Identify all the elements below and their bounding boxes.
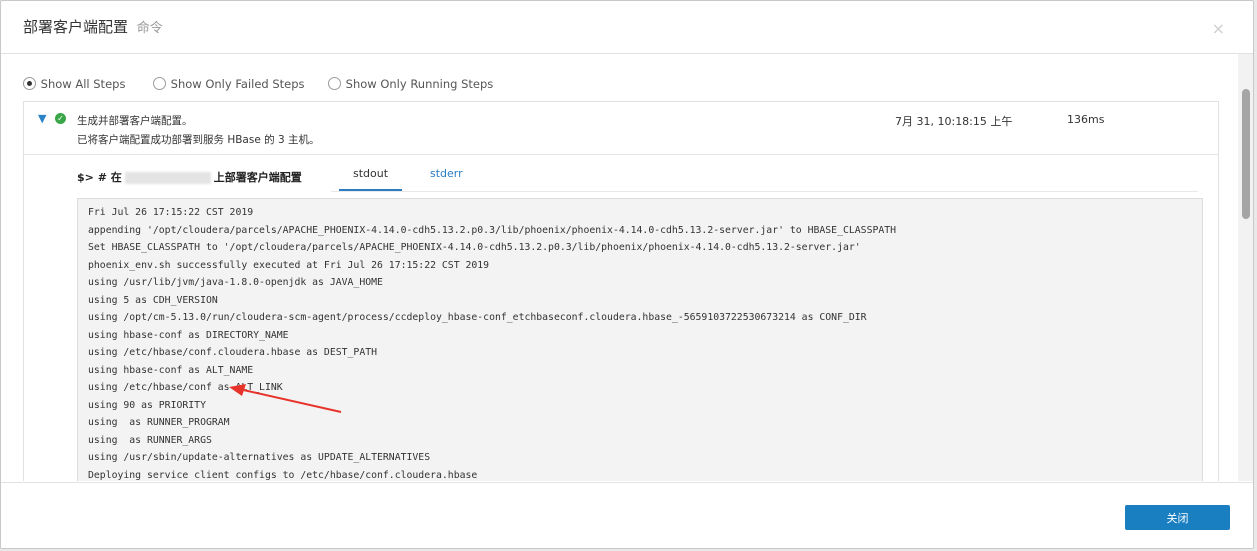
console-line: using /opt/cm-5.13.0/run/cloudera-scm-ag… — [88, 312, 867, 323]
console-line: phoenix_env.sh successfully executed at … — [88, 259, 490, 271]
console-line: Deploying service client configs to /etc… — [88, 469, 478, 481]
console-line: using /etc/hbase/conf.cloudera.hbase as … — [88, 347, 378, 358]
scrollbar-thumb[interactable] — [1242, 89, 1250, 219]
step-timestamp: 7月 31, 10:18:15 上午 — [895, 115, 1013, 128]
filter-label: Show All Steps — [40, 76, 126, 91]
radio-unchecked-icon[interactable] — [328, 77, 341, 90]
console-line: using hbase-conf as ALT_NAME — [88, 364, 254, 376]
chevron-down-icon: ▼ — [23, 54, 31, 55]
step-panel: ▼ ✓ 生成并部署客户端配置。 已将客户端配置成功部署到服务 HBase 的 3… — [23, 101, 1219, 481]
step-title: 生成并部署客户端配置。 — [77, 115, 193, 127]
dialog-title-text: 部署客户端配置 — [23, 18, 129, 36]
console-line: using as RUNNER_ARGS — [88, 434, 212, 446]
filter-failed-steps[interactable]: Show Only Failed Steps — [153, 76, 305, 91]
console-line: using 90 as PRIORITY — [88, 399, 206, 411]
dialog-footer: 关闭 — [1, 482, 1253, 548]
command-dialog: 部署客户端配置 命令 × ▼ Show All Steps Show Only … — [0, 0, 1254, 549]
tab-stderr[interactable]: stderr — [416, 164, 477, 189]
console-line: Fri Jul 26 17:15:22 CST 2019 — [88, 207, 254, 218]
console-line: using 5 as CDH_VERSION — [88, 294, 218, 306]
dialog-header: 部署客户端配置 命令 × — [1, 1, 1253, 54]
filter-all-steps[interactable]: Show All Steps — [23, 76, 125, 91]
console-line: using /etc/hbase/conf as ALT_LINK — [88, 382, 283, 393]
command-line: $> # 在 上部署客户端配置 — [77, 169, 302, 185]
console-line: Set HBASE_CLASSPATH to '/opt/cloudera/pa… — [88, 242, 861, 253]
command-prefix: $> # 在 — [77, 171, 122, 184]
filter-label: Show Only Failed Steps — [170, 76, 305, 91]
step-duration: 136ms — [1067, 113, 1105, 126]
command-suffix: 上部署客户端配置 — [213, 171, 302, 184]
close-icon[interactable]: × — [1212, 19, 1225, 38]
step-description: 已将客户端配置成功部署到服务 HBase 的 3 主机。 — [77, 134, 320, 146]
radio-unchecked-icon[interactable] — [153, 77, 166, 90]
console-line: using as RUNNER_PROGRAM — [88, 417, 230, 428]
check-circle-icon: ✓ — [55, 113, 66, 124]
filter-label: Show Only Running Steps — [345, 76, 494, 91]
chevron-down-icon[interactable]: ▼ — [38, 112, 46, 125]
dialog-title: 部署客户端配置 命令 — [23, 16, 163, 37]
dialog-subtitle: 命令 — [136, 21, 163, 36]
tabs-divider — [331, 191, 1198, 192]
console-line: using /usr/lib/jvm/java-1.8.0-openjdk as… — [88, 277, 383, 288]
console-line: appending '/opt/cloudera/parcels/APACHE_… — [88, 224, 897, 236]
redacted-hostname — [124, 172, 211, 184]
scrolled-step-remnant: ▼ — [23, 54, 203, 56]
stdout-console[interactable]: Fri Jul 26 17:15:22 CST 2019 appending '… — [77, 198, 1203, 481]
console-line: using hbase-conf as DIRECTORY_NAME — [88, 329, 289, 341]
step-header: ▼ ✓ 生成并部署客户端配置。 已将客户端配置成功部署到服务 HBase 的 3… — [24, 102, 1218, 155]
dialog-body: ▼ Show All Steps Show Only Failed Steps … — [1, 54, 1237, 481]
tab-stdout[interactable]: stdout — [339, 164, 403, 191]
filter-running-steps[interactable]: Show Only Running Steps — [328, 76, 493, 91]
close-button[interactable]: 关闭 — [1125, 505, 1230, 530]
radio-checked-icon[interactable] — [23, 77, 36, 90]
console-line: using /usr/sbin/update-alternatives as U… — [88, 452, 431, 463]
